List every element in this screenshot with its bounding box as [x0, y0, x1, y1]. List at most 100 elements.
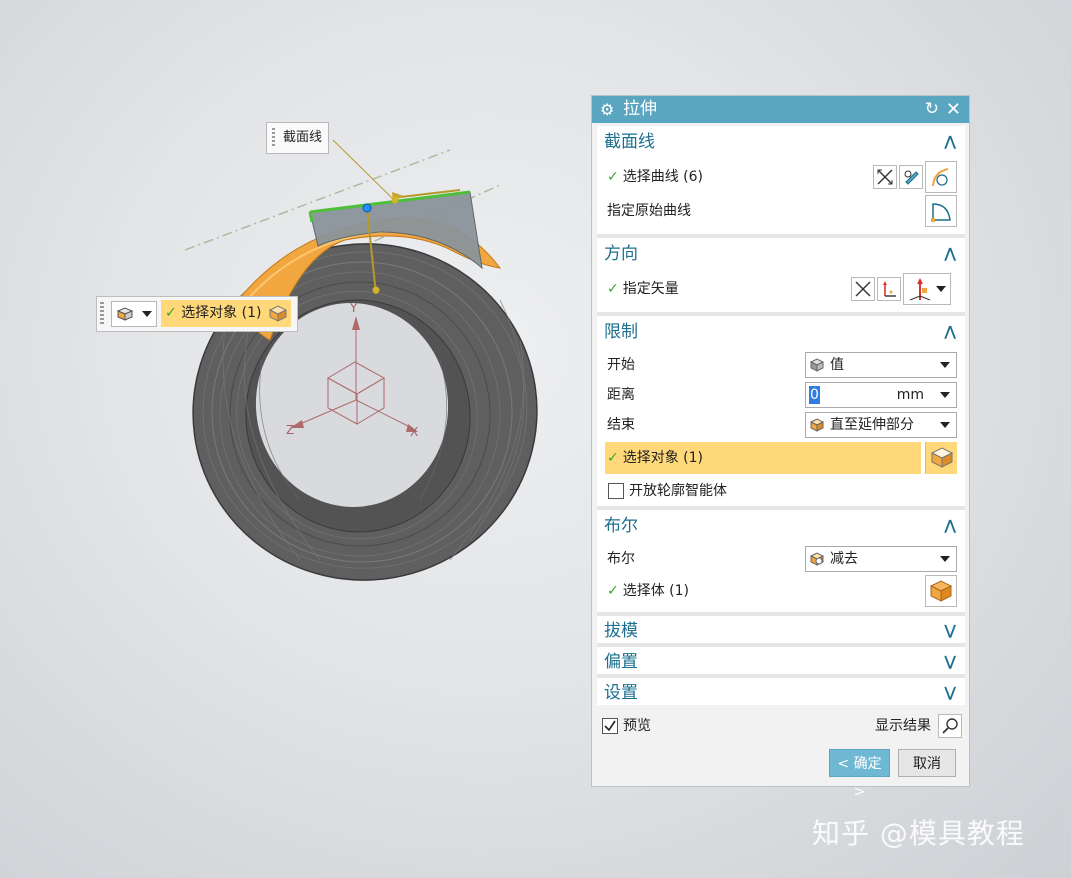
until-extended-icon [810, 418, 824, 432]
preview-row: 预览 显示结果 [592, 711, 971, 741]
start-dropdown[interactable]: 值 [805, 352, 957, 378]
cancel-button[interactable]: 取消 [898, 749, 956, 777]
dialog-titlebar[interactable]: ⚙ 拉伸 ↻ ✕ [592, 96, 969, 123]
specify-origin-curve-row[interactable]: 指定原始曲线 [597, 195, 965, 227]
curve-rule-button[interactable] [873, 165, 897, 189]
boolean-row: 布尔 减去 [597, 544, 965, 574]
gear-icon: ⚙ [600, 100, 615, 119]
chevron-up-icon: ⋀ [944, 518, 956, 534]
select-body-label: 选择体 (1) [622, 583, 690, 599]
reverse-direction-button[interactable] [851, 277, 875, 301]
specify-vector-row[interactable]: ✓ 指定矢量 [597, 273, 965, 305]
check-icon [604, 720, 616, 732]
solid-body-icon [930, 447, 954, 468]
chevron-down-icon: ⋁ [944, 685, 956, 701]
magnifier-icon [942, 718, 958, 734]
curve-icon [932, 168, 949, 187]
vector-dialog-button[interactable] [877, 277, 901, 301]
chevron-down-icon [142, 311, 152, 317]
curve-rule-icon [877, 169, 893, 185]
specify-origin-curve-label: 指定原始曲线 [607, 203, 691, 219]
show-result-label: 显示结果 [875, 718, 931, 734]
limits-title: 限制 [604, 322, 638, 342]
floating-select-text: 选择对象 (1) [181, 305, 262, 321]
check-icon: ✓ [607, 169, 619, 185]
chevron-down-icon [940, 392, 950, 398]
limit-select-object-label: 选择对象 (1) [622, 450, 704, 466]
open-profile-checkbox[interactable] [608, 483, 624, 499]
close-icon[interactable]: ✕ [946, 96, 961, 123]
settings-group[interactable]: 设置 ⋁ [597, 678, 965, 705]
start-row: 开始 值 [597, 350, 965, 380]
preview-checkbox[interactable] [602, 718, 618, 734]
limits-header[interactable]: 限制 ⋀ [597, 316, 965, 348]
settings-header[interactable]: 设置 ⋁ [597, 678, 965, 705]
tooltip-text: 截面线 [283, 130, 323, 145]
floating-select-object[interactable]: ✓ 选择对象 (1) [161, 300, 291, 327]
open-profile-label: 开放轮廓智能体 [629, 483, 727, 499]
boolean-value: 减去 [830, 551, 858, 567]
check-icon: ✓ [607, 583, 619, 599]
selection-filter-dropdown[interactable] [111, 301, 157, 327]
axis-y-label: Y [349, 301, 358, 315]
draft-header[interactable]: 拔模 ⋁ [597, 616, 965, 643]
origin-curve-button[interactable] [925, 195, 957, 227]
settings-title: 设置 [604, 683, 638, 703]
offset-group[interactable]: 偏置 ⋁ [597, 647, 965, 674]
draft-group[interactable]: 拔模 ⋁ [597, 616, 965, 643]
dialog-title: 拉伸 [623, 99, 657, 119]
origin-curve-icon [931, 203, 951, 222]
curve-select-button[interactable] [925, 161, 957, 193]
distance-value[interactable]: 0 [809, 386, 820, 404]
start-label: 开始 [607, 357, 635, 373]
reset-icon[interactable]: ↻ [925, 96, 939, 123]
direction-header[interactable]: 方向 ⋀ [597, 238, 965, 270]
solid-body-icon [930, 580, 952, 602]
sketch-icon [904, 170, 919, 185]
watermark: 知乎 @模具教程 [812, 817, 1025, 850]
open-profile-row[interactable]: 开放轮廓智能体 [597, 476, 965, 506]
end-dropdown[interactable]: 直至延伸部分 [805, 412, 957, 438]
limit-select-object-row[interactable]: ✓ 选择对象 (1) [605, 442, 921, 474]
check-icon: ✓ [607, 450, 619, 466]
end-row: 结束 直至延伸部分 [597, 410, 965, 440]
select-curve-row[interactable]: ✓ 选择曲线 (6) [597, 161, 965, 193]
vector-type-dropdown[interactable] [903, 273, 951, 305]
drag-grip[interactable] [100, 302, 104, 326]
chevron-up-icon: ⋀ [944, 246, 956, 262]
limit-select-object-button[interactable] [925, 442, 957, 474]
chevron-down-icon: ⋁ [944, 623, 956, 639]
specify-vector-label: 指定矢量 [622, 281, 679, 297]
reverse-icon [855, 281, 871, 297]
boolean-title: 布尔 [604, 516, 638, 536]
vector-icon [883, 281, 896, 297]
subtract-icon [810, 552, 824, 566]
ok-button[interactable]: < 确定 > [829, 749, 890, 800]
check-icon: ✓ [607, 281, 619, 297]
cube-icon [117, 307, 133, 321]
chevron-up-icon: ⋀ [944, 134, 956, 150]
section-curve-header[interactable]: 截面线 ⋀ [597, 126, 965, 158]
direction-title: 方向 [604, 244, 638, 264]
extrude-dialog: ⚙ 拉伸 ↻ ✕ 截面线 ⋀ ✓ 选择曲线 (6) 指定原始曲线 方向 ⋀ ✓ … [591, 95, 971, 800]
limits-group: 限制 ⋀ 开始 值 距离 0 mm 结束 直至延伸部分 ✓ 选择对象 (1) 开… [597, 316, 965, 506]
direction-group: 方向 ⋀ ✓ 指定矢量 [597, 238, 965, 312]
chevron-down-icon [940, 422, 950, 428]
offset-header[interactable]: 偏置 ⋁ [597, 647, 965, 674]
select-body-button[interactable] [925, 575, 957, 607]
chevron-down-icon: ⋁ [944, 654, 956, 670]
end-value: 直至延伸部分 [830, 417, 914, 433]
value-icon [810, 358, 824, 372]
sketch-section-button[interactable] [899, 165, 923, 189]
section-curve-group: 截面线 ⋀ ✓ 选择曲线 (6) 指定原始曲线 [597, 126, 965, 234]
boolean-header[interactable]: 布尔 ⋀ [597, 510, 965, 542]
solid-body-icon [269, 305, 287, 322]
distance-unit: mm [896, 387, 924, 403]
show-result-button[interactable] [938, 714, 962, 738]
select-body-row[interactable]: ✓ 选择体 (1) [597, 575, 965, 607]
start-value: 值 [830, 357, 844, 373]
chevron-down-icon [940, 362, 950, 368]
boolean-dropdown[interactable]: 减去 [805, 546, 957, 572]
distance-input[interactable]: 0 mm [805, 382, 957, 408]
anchor-point [362, 203, 372, 213]
